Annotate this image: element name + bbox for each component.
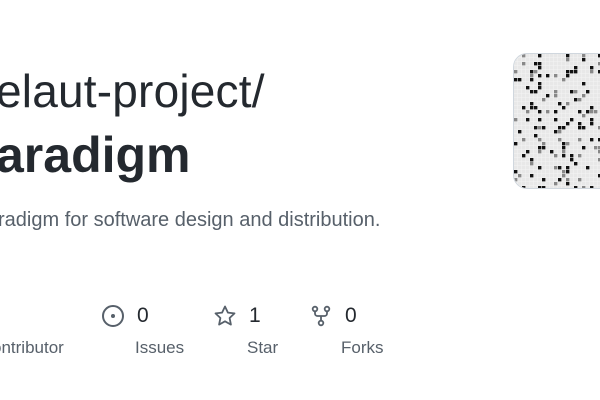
contributors-label: ontributor xyxy=(0,338,64,357)
stars-stat[interactable]: 1 Star xyxy=(213,300,278,358)
star-icon xyxy=(213,304,237,328)
contributors-stat[interactable]: ontributor xyxy=(0,300,64,358)
repo-forked-icon xyxy=(309,304,333,328)
pixel-pattern-avatar xyxy=(514,54,600,188)
repo-name[interactable]: aradigm xyxy=(0,126,191,184)
issues-stat[interactable]: 0 Issues xyxy=(101,300,184,358)
stars-count: 1 xyxy=(249,304,261,327)
issues-label: Issues xyxy=(135,338,185,357)
issues-count: 0 xyxy=(137,304,149,327)
repo-description: radigm for software design and distribut… xyxy=(0,209,381,231)
repo-owner[interactable]: elaut-project/ xyxy=(0,64,265,118)
owner-avatar xyxy=(513,53,600,189)
forks-stat[interactable]: 0 Forks xyxy=(309,300,384,358)
forks-count: 0 xyxy=(345,304,357,327)
stars-label: Star xyxy=(247,338,279,357)
issue-opened-icon xyxy=(101,304,125,328)
forks-label: Forks xyxy=(341,338,384,357)
